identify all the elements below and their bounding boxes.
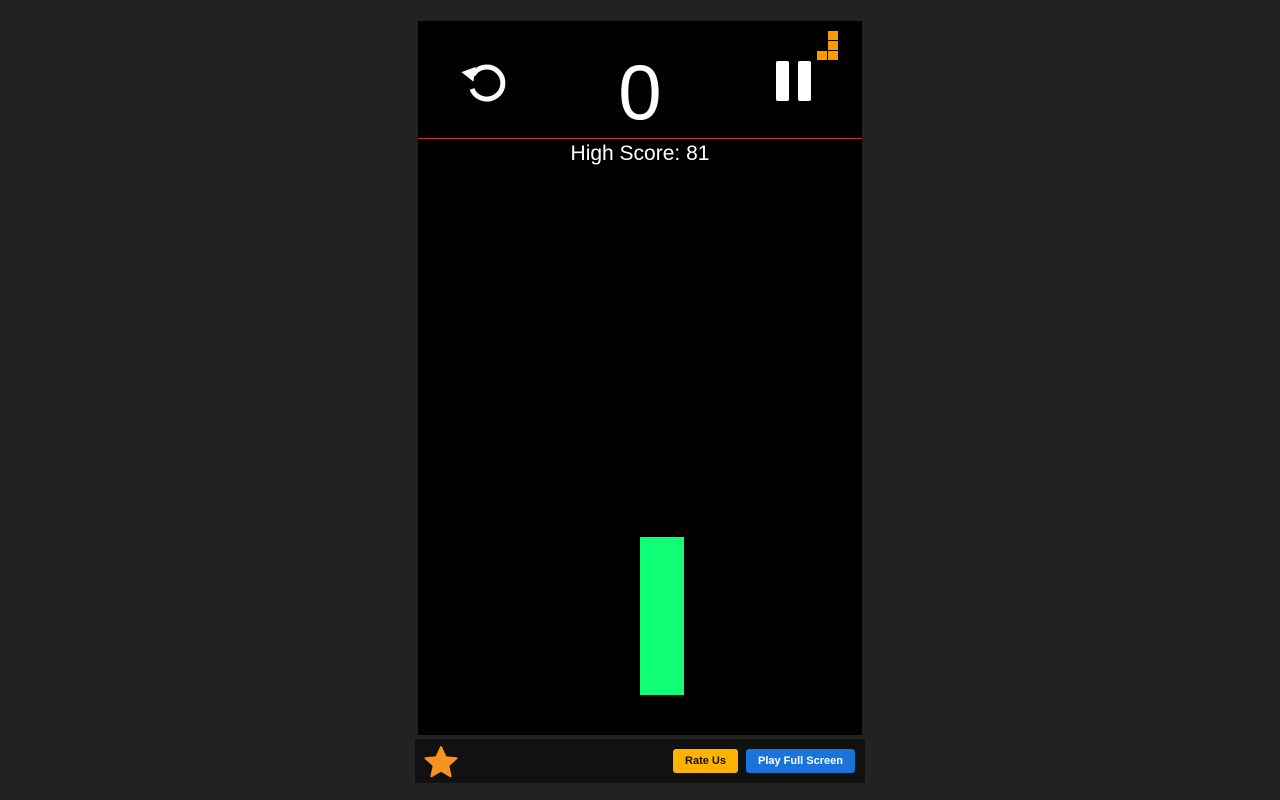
high-score-label: High Score: 81: [570, 142, 710, 165]
favorite-button[interactable]: [423, 745, 459, 779]
star-icon: [424, 746, 458, 778]
bottom-toolbar: Rate Us Play Full Screen: [415, 739, 865, 783]
game-canvas[interactable]: 0 High Score: 81: [418, 21, 862, 735]
player-paddle: [640, 537, 684, 695]
pause-icon: [776, 61, 811, 101]
play-full-screen-button[interactable]: Play Full Screen: [746, 749, 855, 773]
hud-divider: [418, 138, 862, 139]
rate-us-button[interactable]: Rate Us: [673, 749, 738, 773]
pause-button[interactable]: [772, 57, 816, 103]
orange-block-logo-icon: [816, 30, 840, 62]
hud: 0: [418, 21, 862, 139]
